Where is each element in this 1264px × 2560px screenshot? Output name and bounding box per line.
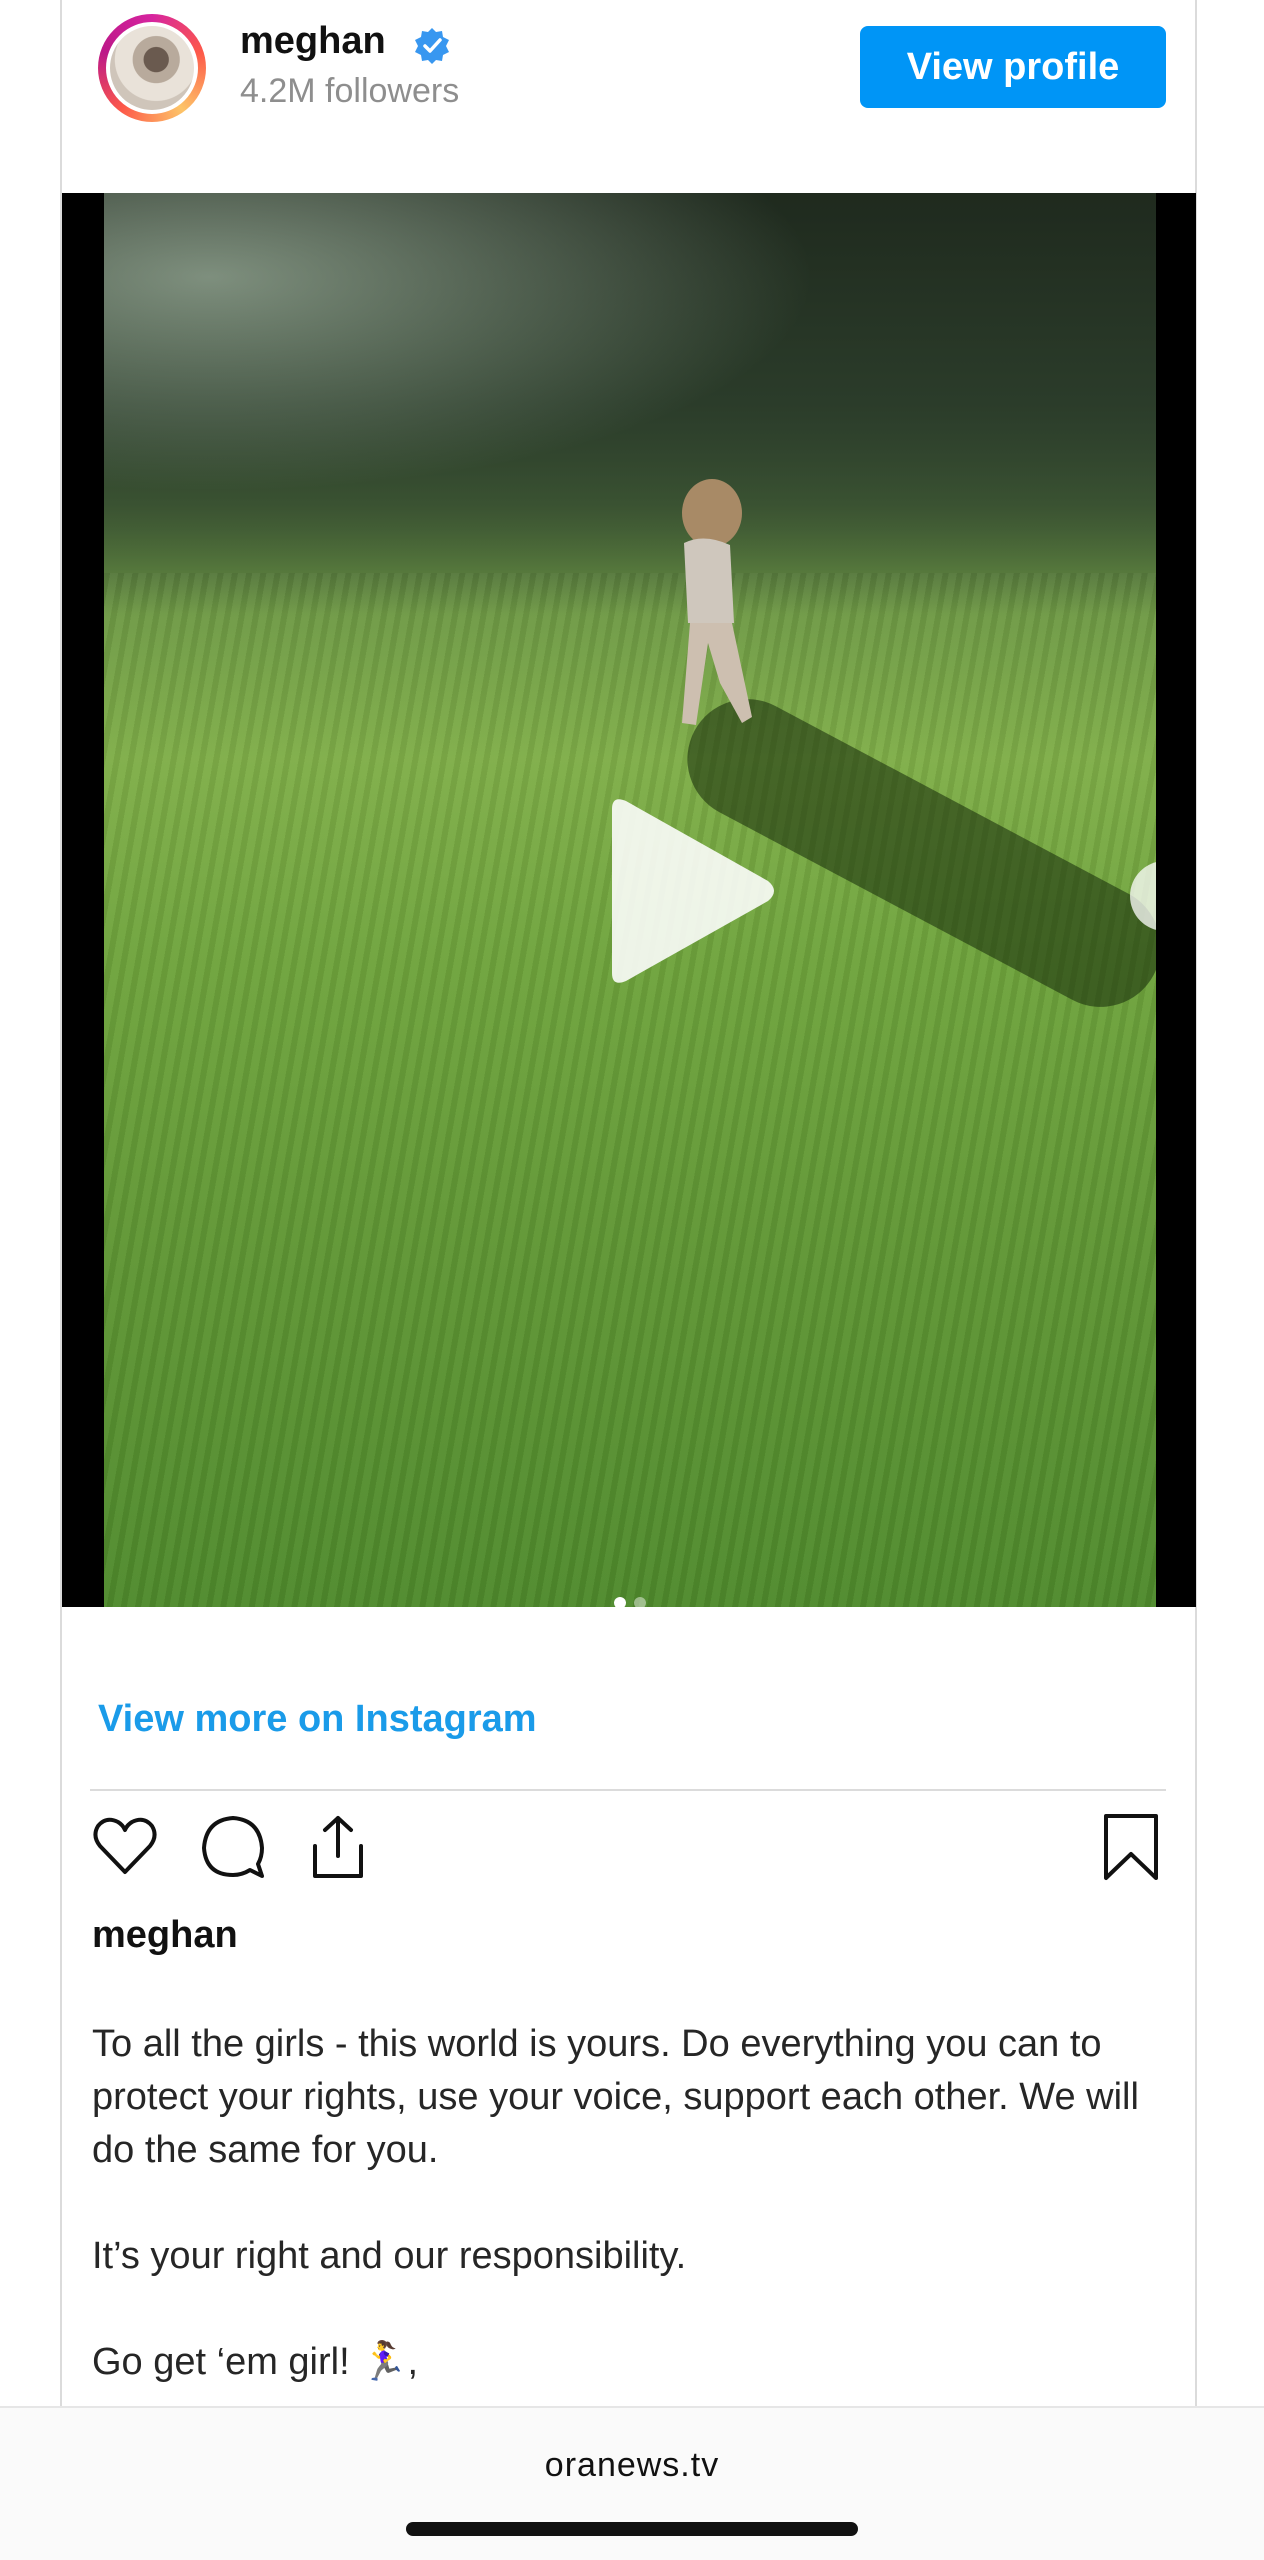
view-more-link[interactable]: View more on Instagram bbox=[98, 1698, 537, 1741]
lawn bbox=[104, 573, 1156, 1607]
caption-username[interactable]: meghan bbox=[92, 1914, 238, 1957]
play-icon[interactable] bbox=[592, 791, 782, 991]
followers-count: 4.2M followers bbox=[240, 72, 460, 110]
comment-icon[interactable] bbox=[198, 1812, 268, 1882]
home-indicator[interactable] bbox=[406, 2522, 858, 2536]
post-media[interactable] bbox=[62, 193, 1196, 1607]
site-domain[interactable]: oranews.tv bbox=[0, 2446, 1264, 2485]
caption-paragraph-1: To all the girls - this world is yours. … bbox=[92, 2023, 1139, 2171]
caption-paragraph-2: It’s your right and our responsibility. bbox=[92, 2235, 687, 2277]
child-figure bbox=[682, 479, 752, 725]
carousel-dot bbox=[634, 1597, 646, 1607]
chevron-right-glyph bbox=[1150, 881, 1156, 911]
view-profile-button[interactable]: View profile bbox=[860, 26, 1166, 108]
bookmark-icon[interactable] bbox=[1096, 1812, 1166, 1882]
verified-badge-icon bbox=[415, 28, 449, 64]
share-icon[interactable] bbox=[303, 1812, 373, 1882]
caption-text: To all the girls - this world is yours. … bbox=[92, 2018, 1182, 2389]
avatar[interactable] bbox=[106, 22, 198, 114]
post-photo bbox=[104, 193, 1156, 1607]
background-trees bbox=[104, 193, 1156, 613]
divider bbox=[90, 1789, 1166, 1791]
header-username[interactable]: meghan bbox=[240, 20, 386, 63]
caption-paragraph-3: Go get ‘em girl! 🏃‍♀️, bbox=[92, 2341, 419, 2383]
carousel-dot-active bbox=[614, 1597, 626, 1607]
avatar-story-ring[interactable] bbox=[98, 14, 206, 122]
browser-footer: oranews.tv bbox=[0, 2406, 1264, 2560]
carousel-indicator bbox=[602, 1597, 662, 1607]
heart-icon[interactable] bbox=[90, 1812, 160, 1882]
